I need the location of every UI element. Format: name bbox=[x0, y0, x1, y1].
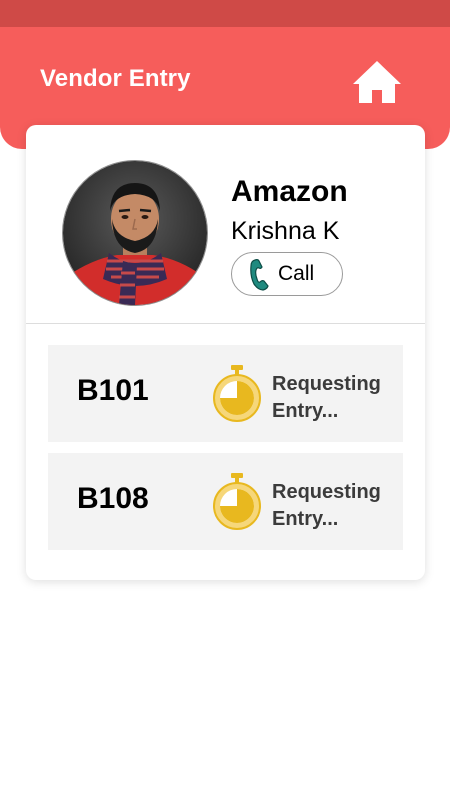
entry-status: Requesting Entry... bbox=[272, 373, 381, 422]
entry-row[interactable]: B108 Requesting Entry... bbox=[48, 453, 403, 550]
entry-status: Requesting Entry... bbox=[272, 481, 381, 530]
page-title: Vendor Entry bbox=[40, 65, 191, 92]
divider bbox=[26, 323, 425, 324]
call-button-label: Call bbox=[278, 262, 315, 285]
home-button[interactable] bbox=[352, 59, 402, 105]
phone-icon bbox=[250, 259, 269, 291]
stopwatch-icon bbox=[213, 365, 261, 422]
entry-row[interactable]: B101 Requesting Entry... bbox=[48, 345, 403, 442]
home-icon bbox=[353, 61, 401, 103]
unit-number: B101 bbox=[77, 374, 149, 407]
stopwatch-icon bbox=[213, 473, 261, 530]
vendor-company-name: Amazon bbox=[231, 175, 348, 208]
vendor-card: Amazon Krishna K Call B101 Requesting En… bbox=[26, 125, 425, 580]
avatar bbox=[62, 160, 208, 306]
vendor-person-name: Krishna K bbox=[231, 217, 340, 245]
call-button[interactable]: Call bbox=[231, 252, 343, 296]
unit-number: B108 bbox=[77, 482, 149, 515]
status-bar bbox=[0, 0, 450, 27]
